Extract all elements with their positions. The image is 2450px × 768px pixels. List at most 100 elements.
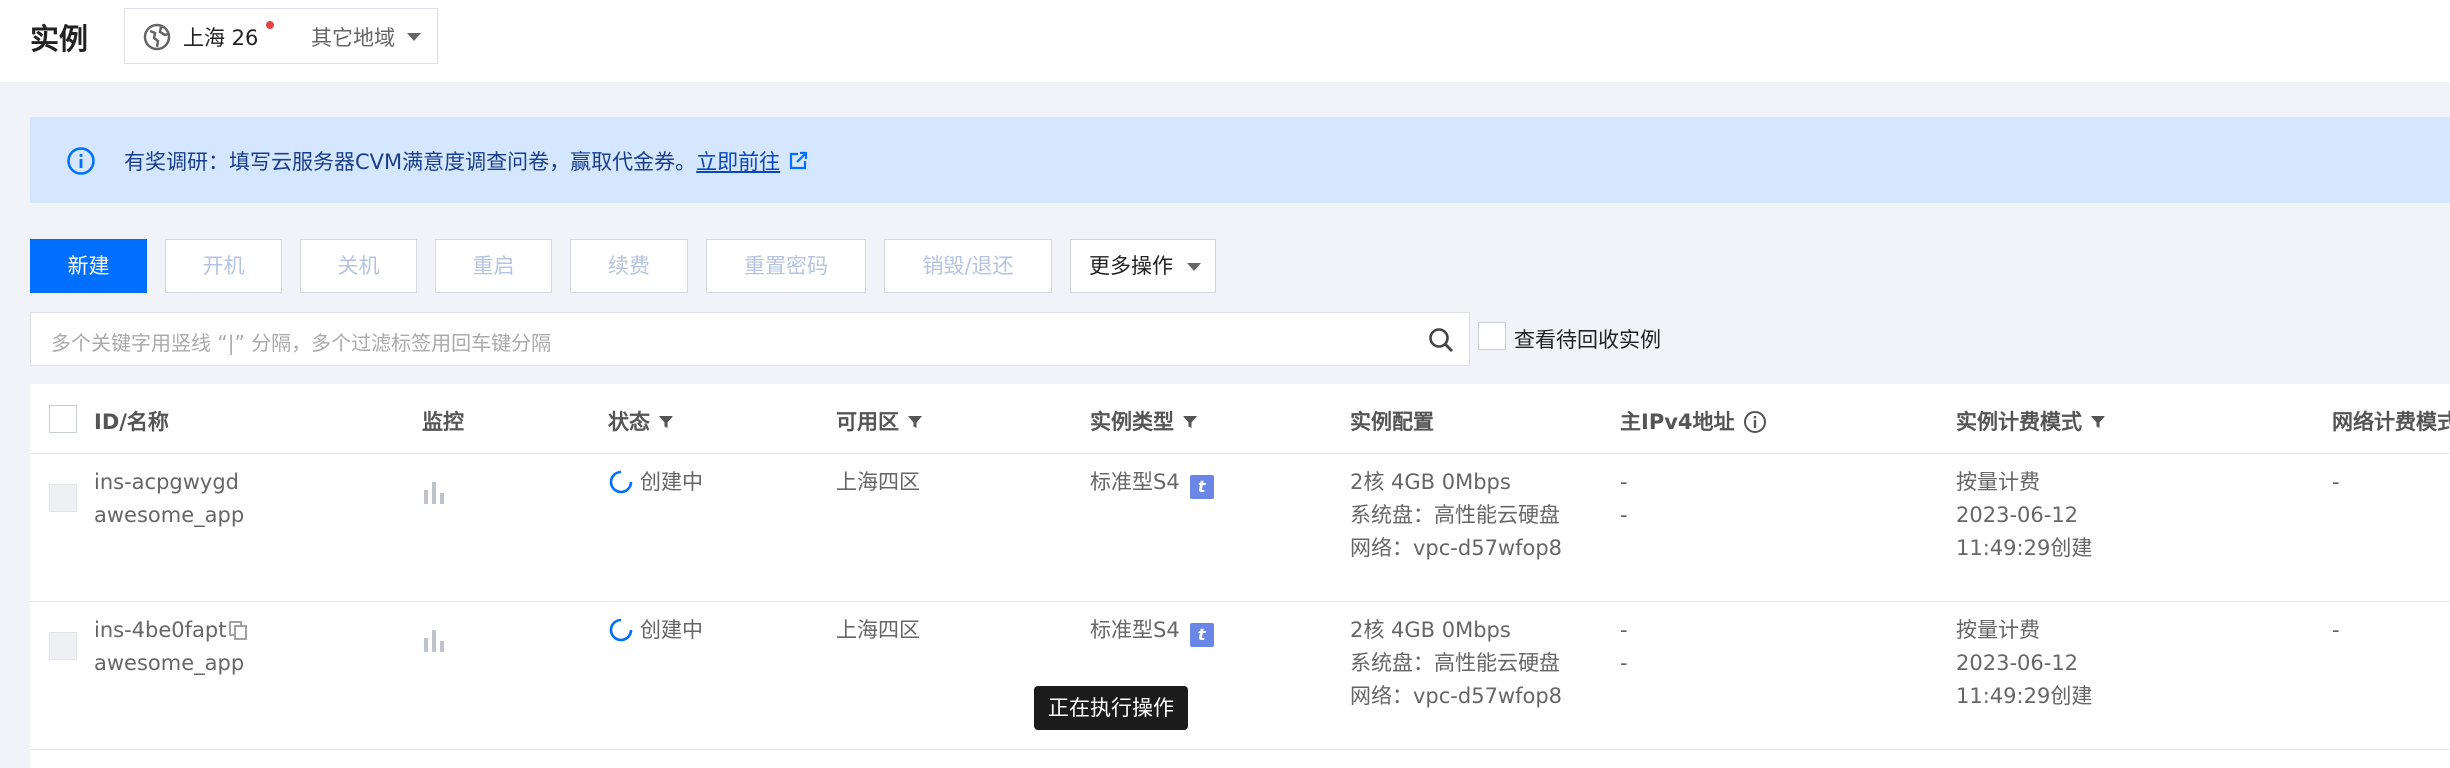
network-billing: - bbox=[2332, 470, 2340, 494]
col-network-billing: 网络计费模式 bbox=[2332, 410, 2450, 434]
status-label: 创建中 bbox=[640, 618, 703, 642]
new-instance-button[interactable]: 新建 bbox=[30, 239, 147, 293]
search-icon[interactable] bbox=[1427, 326, 1455, 354]
shutdown-button[interactable]: 关机 bbox=[300, 239, 417, 293]
renew-button[interactable]: 续费 bbox=[570, 239, 688, 293]
more-actions-button[interactable]: 更多操作 bbox=[1070, 239, 1216, 293]
external-link-icon[interactable] bbox=[788, 151, 808, 171]
alert-dot bbox=[266, 21, 274, 29]
config-spec: 2核 4GB 0Mbps bbox=[1350, 470, 1511, 494]
info-icon bbox=[67, 147, 95, 175]
chevron-down-icon bbox=[407, 33, 421, 41]
network-billing: - bbox=[2332, 618, 2340, 642]
recycle-label: 查看待回收实例 bbox=[1514, 328, 1661, 352]
config-disk: 系统盘：高性能云硬盘 bbox=[1350, 651, 1560, 675]
col-ipv4-label: 主IPv4地址 bbox=[1620, 410, 1735, 434]
instance-ipv4: - - bbox=[1620, 614, 1628, 680]
col-status-label: 状态 bbox=[608, 410, 650, 434]
instance-zone: 上海四区 bbox=[836, 470, 920, 494]
copy-icon[interactable] bbox=[228, 620, 248, 640]
loading-spinner-icon bbox=[609, 618, 633, 642]
col-zone[interactable]: 可用区 bbox=[836, 406, 923, 436]
row-checkbox[interactable] bbox=[49, 484, 77, 512]
instance-id-name: ins-4be0fapt awesome_app bbox=[94, 614, 248, 680]
instance-zone: 上海四区 bbox=[836, 618, 920, 642]
config-network: 网络：vpc-d57wfop8 bbox=[1350, 536, 1563, 560]
col-id-name: ID/名称 bbox=[94, 410, 169, 434]
region-selector[interactable]: 上海 26 其它地域 bbox=[124, 8, 438, 64]
instance-type: 标准型S4 t bbox=[1090, 466, 1214, 499]
instance-config: 2核 4GB 0Mbps 系统盘：高性能云硬盘 网络：vpc-d57wfop8 bbox=[1350, 466, 1562, 565]
config-network: 网络：vpc-d57wfop8 bbox=[1350, 684, 1563, 708]
instance-status: 创建中 bbox=[608, 614, 703, 647]
instance-name[interactable]: awesome_app bbox=[94, 647, 248, 680]
filter-icon[interactable] bbox=[658, 414, 674, 430]
notice-message: 有奖调研：填写云服务器CVM满意度调查问卷，赢取代金券。立即前往 bbox=[124, 146, 808, 176]
config-disk: 系统盘：高性能云硬盘 bbox=[1350, 503, 1560, 527]
ipv4-public: - bbox=[1620, 618, 1628, 642]
type-badge: t bbox=[1189, 623, 1214, 647]
page-header: 实例 上海 26 其它地域 bbox=[0, 0, 2450, 82]
col-config: 实例配置 bbox=[1350, 410, 1434, 434]
ipv4-private: - bbox=[1620, 651, 1628, 675]
globe-icon bbox=[143, 23, 171, 51]
filter-icon[interactable] bbox=[907, 414, 923, 430]
config-spec: 2核 4GB 0Mbps bbox=[1350, 618, 1511, 642]
col-zone-label: 可用区 bbox=[836, 410, 899, 434]
instance-type-label: 标准型S4 bbox=[1090, 470, 1180, 494]
billing-date: 2023-06-12 bbox=[1956, 651, 2079, 675]
search-input[interactable]: 多个关键字用竖线 “|” 分隔，多个过滤标签用回车键分隔 bbox=[30, 312, 1470, 366]
table-row: ins-4be0fapt awesome_app 创建中 上海四区 标准型S4 t… bbox=[30, 602, 2450, 750]
reset-password-button[interactable]: 重置密码 bbox=[706, 239, 866, 293]
select-all-checkbox[interactable] bbox=[49, 405, 77, 433]
instance-billing: 按量计费 2023-06-12 11:49:29创建 bbox=[1956, 614, 2092, 713]
survey-notice: 有奖调研：填写云服务器CVM满意度调查问卷，赢取代金券。立即前往 bbox=[30, 117, 2450, 203]
instance-config: 2核 4GB 0Mbps 系统盘：高性能云硬盘 网络：vpc-d57wfop8 bbox=[1350, 614, 1562, 713]
notice-link[interactable]: 立即前往 bbox=[696, 150, 780, 174]
search-placeholder: 多个关键字用竖线 “|” 分隔，多个过滤标签用回车键分隔 bbox=[51, 331, 552, 355]
instance-table: ID/名称 监控 状态 可用区 实例类型 实例配置 主IPv4地址 实例计费模式… bbox=[30, 384, 2450, 768]
instance-name[interactable]: awesome_app bbox=[94, 499, 244, 532]
type-badge: t bbox=[1189, 475, 1214, 499]
col-billing-label: 实例计费模式 bbox=[1956, 410, 2082, 434]
status-label: 创建中 bbox=[640, 470, 703, 494]
instance-status: 创建中 bbox=[608, 466, 703, 499]
table-row: ins-acpgwygd awesome_app 创建中 上海四区 标准型S4 t… bbox=[30, 454, 2450, 602]
instance-billing: 按量计费 2023-06-12 11:49:29创建 bbox=[1956, 466, 2092, 565]
notice-text: 有奖调研：填写云服务器CVM满意度调查问卷，赢取代金券。 bbox=[124, 150, 697, 174]
instance-type-label: 标准型S4 bbox=[1090, 618, 1180, 642]
billing-date: 2023-06-12 bbox=[1956, 503, 2079, 527]
destroy-button[interactable]: 销毁/退还 bbox=[884, 239, 1052, 293]
instance-id[interactable]: ins-acpgwygd bbox=[94, 466, 244, 499]
col-ipv4[interactable]: 主IPv4地址 bbox=[1620, 406, 1767, 436]
col-instance-type[interactable]: 实例类型 bbox=[1090, 406, 1198, 436]
instance-type: 标准型S4 t bbox=[1090, 614, 1214, 647]
instance-id[interactable]: ins-4be0fapt bbox=[94, 618, 226, 642]
table-header: ID/名称 监控 状态 可用区 实例类型 实例配置 主IPv4地址 实例计费模式… bbox=[30, 384, 2450, 454]
action-tooltip: 正在执行操作 bbox=[1034, 686, 1188, 730]
monitor-chart-icon[interactable] bbox=[422, 480, 446, 504]
instance-ipv4: - - bbox=[1620, 466, 1628, 532]
region-current[interactable]: 上海 26 bbox=[183, 22, 258, 52]
col-billing[interactable]: 实例计费模式 bbox=[1956, 406, 2106, 436]
chevron-down-icon bbox=[1187, 263, 1201, 271]
more-actions-label: 更多操作 bbox=[1089, 254, 1173, 278]
recycle-checkbox[interactable] bbox=[1478, 322, 1506, 350]
instance-id-name: ins-acpgwygd awesome_app bbox=[94, 466, 244, 532]
filter-icon[interactable] bbox=[1182, 414, 1198, 430]
info-icon[interactable] bbox=[1743, 410, 1767, 434]
col-status[interactable]: 状态 bbox=[608, 406, 674, 436]
billing-mode: 按量计费 bbox=[1956, 470, 2040, 494]
other-region-dropdown[interactable]: 其它地域 bbox=[311, 22, 395, 52]
col-instance-type-label: 实例类型 bbox=[1090, 410, 1174, 434]
start-button[interactable]: 开机 bbox=[165, 239, 282, 293]
billing-time: 11:49:29创建 bbox=[1956, 684, 2093, 708]
restart-button[interactable]: 重启 bbox=[435, 239, 552, 293]
monitor-chart-icon[interactable] bbox=[422, 628, 446, 652]
col-monitor: 监控 bbox=[422, 410, 464, 434]
page-title: 实例 bbox=[30, 22, 89, 56]
ipv4-private: - bbox=[1620, 503, 1628, 527]
billing-mode: 按量计费 bbox=[1956, 618, 2040, 642]
row-checkbox[interactable] bbox=[49, 632, 77, 660]
filter-icon[interactable] bbox=[2090, 414, 2106, 430]
